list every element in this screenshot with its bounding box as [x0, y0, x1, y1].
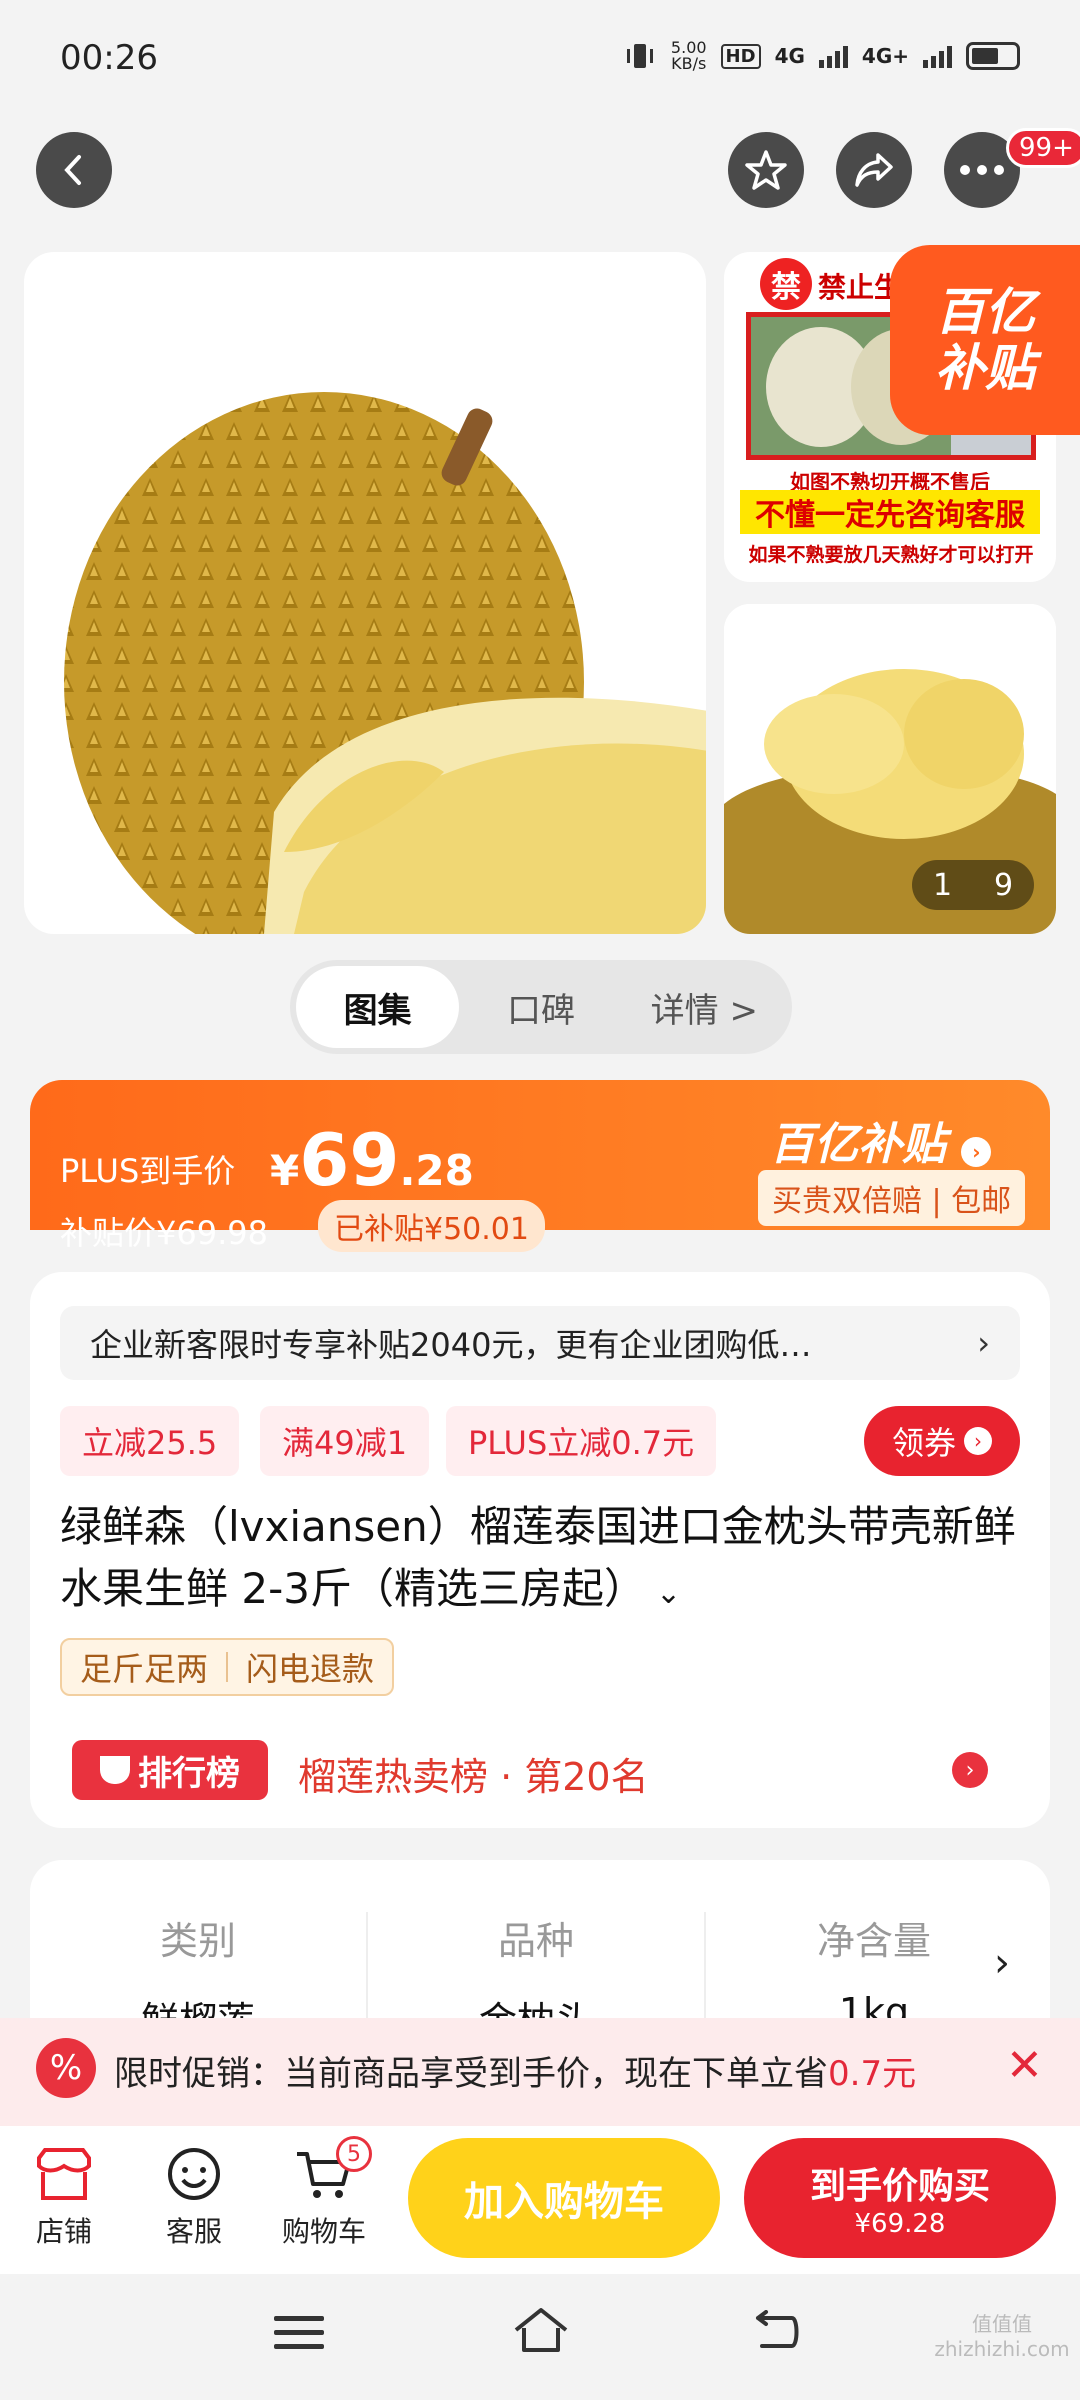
service-tag: 足斤足两 [80, 1650, 209, 1688]
final-price: ¥69.28 [270, 1118, 474, 1202]
close-icon[interactable]: ✕ [1006, 2040, 1043, 2091]
subsidy-price: 补贴价¥69.98 [60, 1214, 268, 1252]
signal-icon [818, 44, 848, 68]
service-tags: 足斤足两 闪电退款 [60, 1638, 395, 1696]
cart-count-badge: 5 [336, 2136, 372, 2172]
chevron-left-icon [64, 155, 81, 185]
chevron-right-icon[interactable]: › [952, 1752, 988, 1788]
trophy-icon [100, 1756, 130, 1784]
discount-chip[interactable]: PLUS立减0.7元 [446, 1406, 717, 1476]
discount-chip[interactable]: 满49减1 [260, 1406, 430, 1476]
discount-chip[interactable]: 立减25.5 [60, 1406, 240, 1476]
sim1-label: 4G [774, 44, 805, 68]
share-icon [855, 153, 893, 187]
menu-icon[interactable] [274, 2312, 324, 2356]
chevron-down-icon: ⌄ [655, 1576, 682, 1611]
back-button[interactable] [36, 132, 112, 208]
durian-illustration [64, 392, 706, 934]
share-button[interactable] [836, 132, 912, 208]
chevron-right-icon: › [964, 1427, 992, 1455]
back-nav-icon[interactable] [752, 2310, 802, 2358]
message-count-badge: 99+ [1006, 128, 1080, 168]
status-time: 00:26 [60, 38, 158, 78]
tab-details[interactable]: 详情 > [623, 966, 786, 1048]
spec-label: 品种 [497, 1919, 574, 1963]
guarantee-chip: 买贵双倍赔 | 包邮 [758, 1170, 1026, 1226]
customer-service-button[interactable]: 客服 [144, 2140, 244, 2250]
promo-text: 限时促销：当前商品享受到手价，现在下单立省0.7元 [114, 2054, 917, 2094]
warn-line-3: 如果不熟要放几天熟好才可以打开 [748, 544, 1034, 566]
battery-icon [966, 42, 1020, 70]
add-to-cart-button[interactable]: 加入购物车 [408, 2138, 720, 2258]
section-tabs: 图集 口碑 详情 > [290, 960, 792, 1054]
spec-label: 净含量 [816, 1919, 931, 1963]
get-coupon-button[interactable]: 领券 › [864, 1406, 1020, 1476]
chevron-right-icon[interactable]: › [994, 1940, 1010, 1986]
gallery-pager: 19 [912, 860, 1034, 910]
status-icons: 5.00 KB/s HD 4G 4G+ [623, 40, 1020, 72]
plus-price-label: PLUS到手价 [60, 1152, 236, 1190]
enterprise-notice[interactable]: 企业新客限时专享补贴2040元，更有企业团购低… › [60, 1306, 1020, 1380]
service-tag: 闪电退款 [246, 1650, 375, 1688]
subsidy-brand-link[interactable]: 百亿补贴 › [770, 1108, 992, 1172]
tab-reviews[interactable]: 口碑 [459, 966, 622, 1048]
percent-icon: % [36, 2038, 96, 2098]
signal2-icon [923, 44, 952, 68]
subsidized-amount-badge: 已补贴¥50.01 [318, 1200, 545, 1252]
net-speed: 5.00 KB/s [670, 38, 707, 73]
product-title[interactable]: 绿鲜森（lvxiansen）榴莲泰国进口金枕头带壳新鲜水果生鲜 2-3斤（精选三… [60, 1496, 1020, 1625]
home-icon[interactable] [512, 2306, 570, 2358]
vibrate-icon [626, 44, 653, 68]
subsidy-corner-tag: 百亿 补贴 [890, 245, 1080, 435]
chat-smile-icon [168, 2148, 220, 2200]
rank-text[interactable]: 榴莲热卖榜 · 第20名 [298, 1746, 649, 1801]
divider [366, 1912, 368, 2022]
hd-icon: HD [720, 43, 761, 69]
rank-badge: 排行榜 [72, 1740, 268, 1800]
chevron-right-icon: › [977, 1324, 990, 1362]
star-icon [745, 150, 787, 190]
store-button[interactable]: 店铺 [14, 2140, 114, 2250]
spec-label: 类别 [159, 1919, 236, 1963]
warn-line-2: 不懂一定先咨询客服 [740, 490, 1040, 534]
divider [704, 1912, 706, 2022]
favorite-button[interactable] [728, 132, 804, 208]
product-main-image[interactable] [24, 252, 706, 934]
buy-now-button[interactable]: 到手价购买 ¥69.28 [744, 2138, 1056, 2258]
tab-gallery[interactable]: 图集 [296, 966, 460, 1048]
sim2-label: 4G+ [861, 44, 909, 68]
forbid-seal: 禁 [760, 258, 812, 310]
watermark: 值值值 zhizhizhi.com [934, 2312, 1070, 2361]
store-icon [37, 2148, 91, 2200]
chevron-right-icon: › [961, 1137, 992, 1167]
more-dots-icon [960, 165, 1004, 175]
